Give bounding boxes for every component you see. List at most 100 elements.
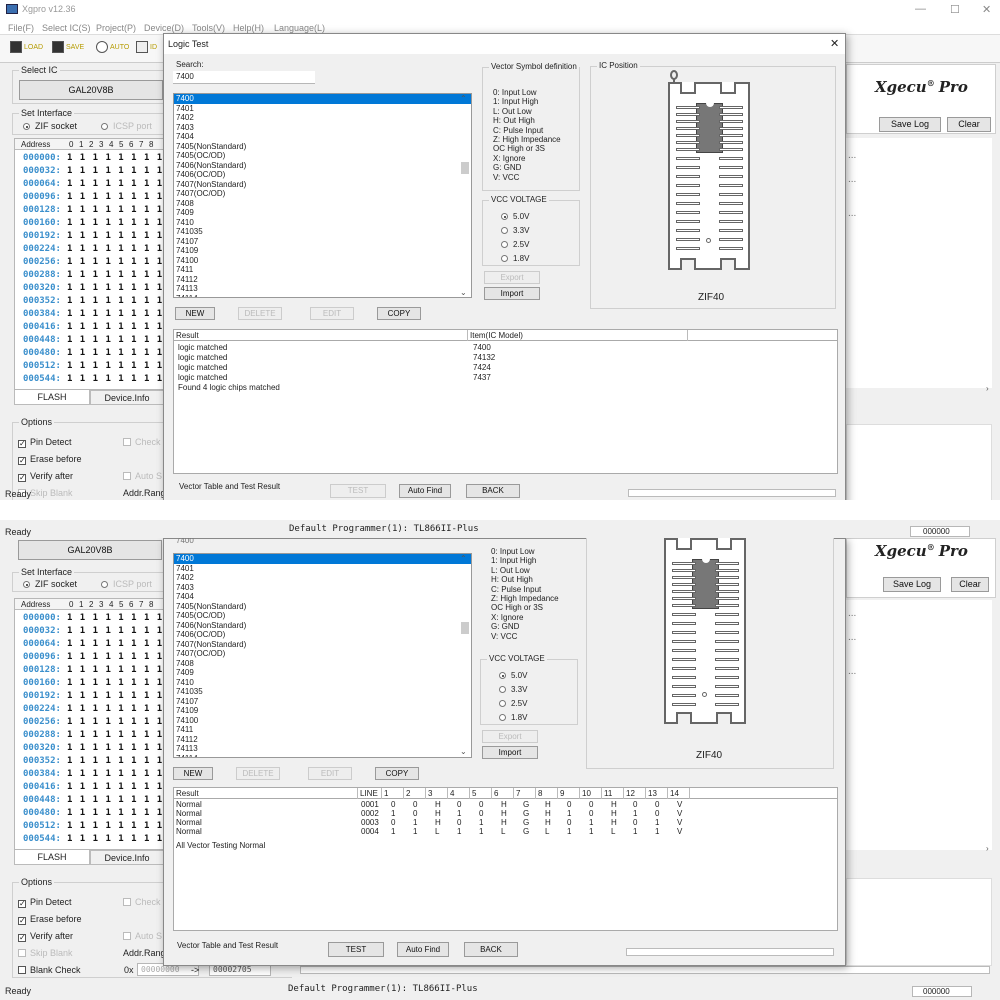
list-item[interactable]: 7408 xyxy=(174,199,471,209)
blank-check-checkbox[interactable]: Blank Check xyxy=(18,965,81,975)
list-item[interactable]: 7403 xyxy=(174,583,471,593)
new-button[interactable]: NEW xyxy=(175,307,215,320)
scroll-up-icon[interactable]: ⌃ xyxy=(460,94,467,103)
save-button[interactable]: SAVE xyxy=(52,41,84,53)
ic-list[interactable]: 7400 7401 7402 7403 7404 7405(NonStandar… xyxy=(173,93,472,298)
list-item[interactable]: 7404 xyxy=(174,592,471,602)
list-item[interactable]: 741035 xyxy=(174,687,471,697)
list-item[interactable]: 7403 xyxy=(174,123,471,133)
vcc-1v8-radio[interactable]: 1.8V xyxy=(501,254,529,263)
back-button[interactable]: BACK xyxy=(466,484,520,498)
list-item[interactable]: 7411 xyxy=(174,265,471,275)
auto-button[interactable]: AUTO xyxy=(96,41,129,53)
list-item[interactable]: 7407(NonStandard) xyxy=(174,640,471,650)
list-item[interactable]: 74100 xyxy=(174,716,471,726)
list-item[interactable]: 7410 xyxy=(174,678,471,688)
list-item[interactable]: 7406(NonStandard) xyxy=(174,621,471,631)
menu-project[interactable]: Project(P) xyxy=(96,23,136,33)
list-item[interactable]: 7405(NonStandard) xyxy=(174,142,471,152)
list-item[interactable]: 7407(OC/OD) xyxy=(174,649,471,659)
import-button[interactable]: Import xyxy=(482,746,538,759)
import-button[interactable]: Import xyxy=(484,287,540,300)
menu-language[interactable]: Language(L) xyxy=(274,23,325,33)
list-item[interactable]: 7405(OC/OD) xyxy=(174,611,471,621)
list-item[interactable]: 7410 xyxy=(174,218,471,228)
scroll-down-icon[interactable]: ⌄ xyxy=(460,288,467,297)
tab-flash[interactable]: FLASH xyxy=(14,390,90,405)
list-item[interactable]: 74113 xyxy=(174,744,471,754)
ic-name-button[interactable]: GAL20V8B xyxy=(18,540,162,560)
check-checkbox[interactable]: Check xyxy=(123,897,161,907)
list-item[interactable]: 7409 xyxy=(174,668,471,678)
auto-s-checkbox[interactable]: Auto S xyxy=(123,931,162,941)
pin-detect-checkbox[interactable]: ✓ Pin Detect xyxy=(18,897,72,908)
list-item[interactable]: 741035 xyxy=(174,227,471,237)
scroll-right-icon[interactable]: › xyxy=(986,844,989,853)
list-item[interactable]: 7400 xyxy=(174,554,471,564)
vcc-5v-radio[interactable]: 5.0V xyxy=(499,671,527,680)
copy-button[interactable]: COPY xyxy=(375,767,419,780)
list-item[interactable]: 74107 xyxy=(174,697,471,707)
maximize-icon[interactable]: ☐ xyxy=(950,3,960,16)
vcc-3v3-radio[interactable]: 3.3V xyxy=(501,226,529,235)
icsp-port-radio[interactable]: ICSP port xyxy=(101,121,152,131)
list-item[interactable]: 7400 xyxy=(174,94,471,104)
scrollbar-thumb[interactable] xyxy=(461,162,469,174)
list-item[interactable]: 7402 xyxy=(174,573,471,583)
minimize-icon[interactable]: — xyxy=(915,3,926,15)
list-item[interactable]: 74113 xyxy=(174,284,471,294)
list-item[interactable]: 74112 xyxy=(174,735,471,745)
list-item[interactable]: 7408 xyxy=(174,659,471,669)
list-item[interactable]: 7401 xyxy=(174,564,471,574)
list-item[interactable]: 74114 xyxy=(174,294,471,298)
skip-blank-checkbox[interactable]: Skip Blank xyxy=(18,948,73,958)
new-button[interactable]: NEW xyxy=(173,767,213,780)
scroll-up-icon[interactable]: ⌃ xyxy=(460,554,467,563)
list-item[interactable]: 7401 xyxy=(174,104,471,114)
menu-select-ic[interactable]: Select IC(S) xyxy=(42,23,91,33)
search-input[interactable]: 7400 xyxy=(176,538,194,545)
list-item[interactable]: 7409 xyxy=(174,208,471,218)
list-item[interactable]: 74114 xyxy=(174,754,471,758)
clear-button[interactable]: Clear xyxy=(951,577,989,592)
close-icon[interactable]: ✕ xyxy=(982,3,991,16)
vcc-5v-radio[interactable]: 5.0V xyxy=(501,212,529,221)
vcc-2v5-radio[interactable]: 2.5V xyxy=(499,699,527,708)
zif-socket-radio[interactable]: ZIF socket xyxy=(23,579,77,589)
tab-flash[interactable]: FLASH xyxy=(14,850,90,865)
delete-button[interactable]: DELETE xyxy=(236,767,280,780)
tab-device-info[interactable]: Device.Info xyxy=(90,850,164,865)
list-item[interactable]: 7407(OC/OD) xyxy=(174,189,471,199)
list-item[interactable]: 74109 xyxy=(174,246,471,256)
delete-button[interactable]: DELETE xyxy=(238,307,282,320)
vcc-3v3-radio[interactable]: 3.3V xyxy=(499,685,527,694)
ic-list[interactable]: 7400 7401 7402 7403 7404 7405(NonStandar… xyxy=(173,553,472,758)
edit-button[interactable]: EDIT xyxy=(308,767,352,780)
list-item[interactable]: 7406(NonStandard) xyxy=(174,161,471,171)
save-log-button[interactable]: Save Log xyxy=(879,117,941,132)
verify-after-checkbox[interactable]: ✓ Verify after xyxy=(18,471,73,482)
menu-tools[interactable]: Tools(V) xyxy=(192,23,225,33)
clear-button[interactable]: Clear xyxy=(947,117,991,132)
erase-before-checkbox[interactable]: ✓ Erase before xyxy=(18,914,82,925)
list-item[interactable]: 7404 xyxy=(174,132,471,142)
save-log-button[interactable]: Save Log xyxy=(883,577,941,592)
tab-device-info[interactable]: Device.Info xyxy=(90,390,164,405)
scroll-down-icon[interactable]: ⌄ xyxy=(460,747,467,756)
check-checkbox[interactable]: Check xyxy=(123,437,161,447)
dialog-close-icon[interactable]: ✕ xyxy=(830,37,839,50)
list-item[interactable]: 7407(NonStandard) xyxy=(174,180,471,190)
list-item[interactable]: 74112 xyxy=(174,275,471,285)
back-button[interactable]: BACK xyxy=(464,942,518,957)
menu-help[interactable]: Help(H) xyxy=(233,23,264,33)
auto-s-checkbox[interactable]: Auto S xyxy=(123,471,162,481)
icsp-port-radio[interactable]: ICSP port xyxy=(101,579,152,589)
auto-find-button[interactable]: Auto Find xyxy=(397,942,449,957)
load-button[interactable]: LOAD xyxy=(10,41,43,53)
scrollbar-thumb[interactable] xyxy=(461,622,469,634)
pin-detect-checkbox[interactable]: ✓ Pin Detect xyxy=(18,437,72,448)
test-button[interactable]: TEST xyxy=(330,484,386,498)
list-item[interactable]: 7406(OC/OD) xyxy=(174,630,471,640)
list-item[interactable]: 74107 xyxy=(174,237,471,247)
test-button[interactable]: TEST xyxy=(328,942,384,957)
